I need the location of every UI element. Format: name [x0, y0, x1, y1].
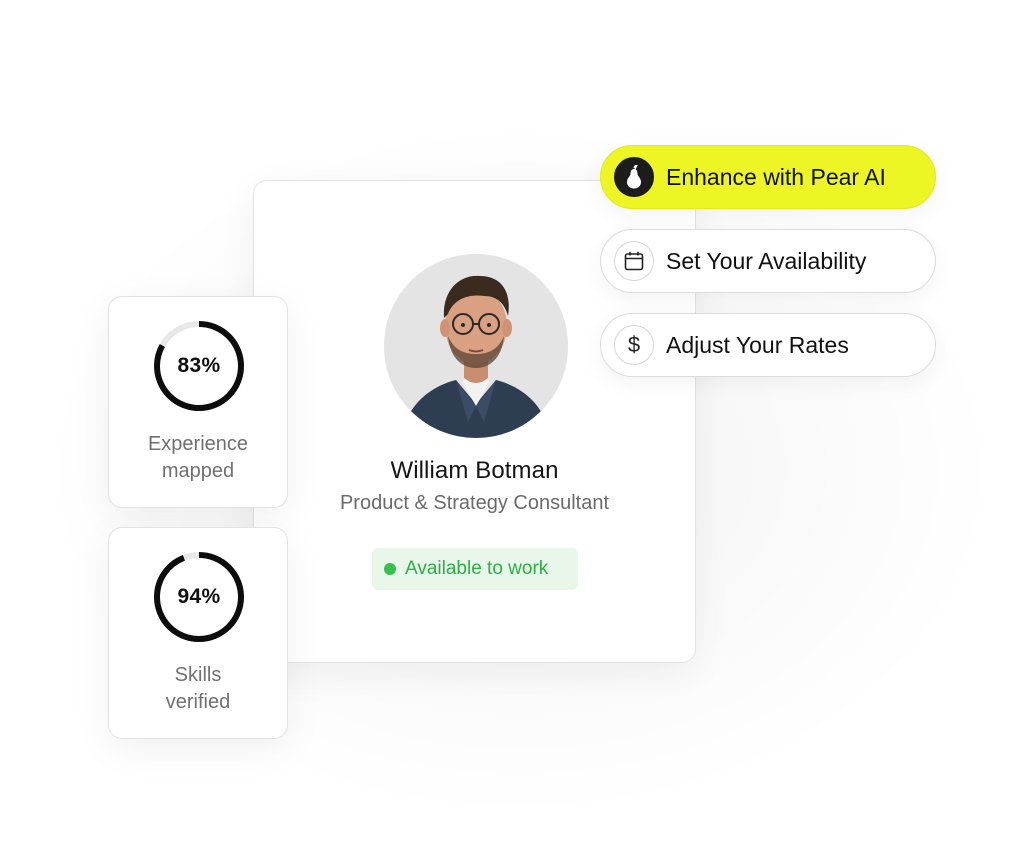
stat-label-line: mapped	[161, 460, 235, 482]
profile-name: William Botman	[390, 457, 559, 484]
status-dot-icon	[384, 563, 396, 575]
adjust-rates-button[interactable]: $ Adjust Your Rates	[600, 313, 936, 377]
stat-value: 94%	[177, 585, 221, 608]
profile-photo	[384, 254, 568, 438]
stat-label: Skills verified	[109, 662, 287, 716]
calendar-icon	[614, 241, 654, 281]
stat-card-experience: 83% Experience mapped	[108, 296, 288, 508]
status-badge: Available to work	[372, 548, 578, 590]
rates-label: Adjust Your Rates	[666, 331, 849, 358]
availability-label: Set Your Availability	[666, 247, 867, 274]
stage: William Botman Product & Strategy Consul…	[0, 0, 1010, 868]
dollar-icon: $	[614, 325, 654, 365]
stat-label-line: Experience	[147, 433, 249, 455]
dollar-glyph: $	[627, 332, 641, 357]
enhance-with-pear-ai-button[interactable]: Enhance with Pear AI	[600, 145, 936, 209]
status-text: Available to work	[405, 558, 549, 579]
stat-card-skills: 94% Skills verified	[108, 527, 288, 739]
stat-label-line: Skills	[174, 664, 222, 686]
enhance-label: Enhance with Pear AI	[666, 163, 886, 190]
profile-role: Product & Strategy Consultant	[339, 492, 610, 514]
stat-label: Experience mapped	[109, 431, 287, 485]
pear-icon	[614, 157, 654, 197]
avatar	[384, 254, 568, 438]
set-availability-button[interactable]: Set Your Availability	[600, 229, 936, 293]
stat-value: 83%	[177, 354, 221, 377]
stat-label-line: verified	[165, 691, 231, 713]
